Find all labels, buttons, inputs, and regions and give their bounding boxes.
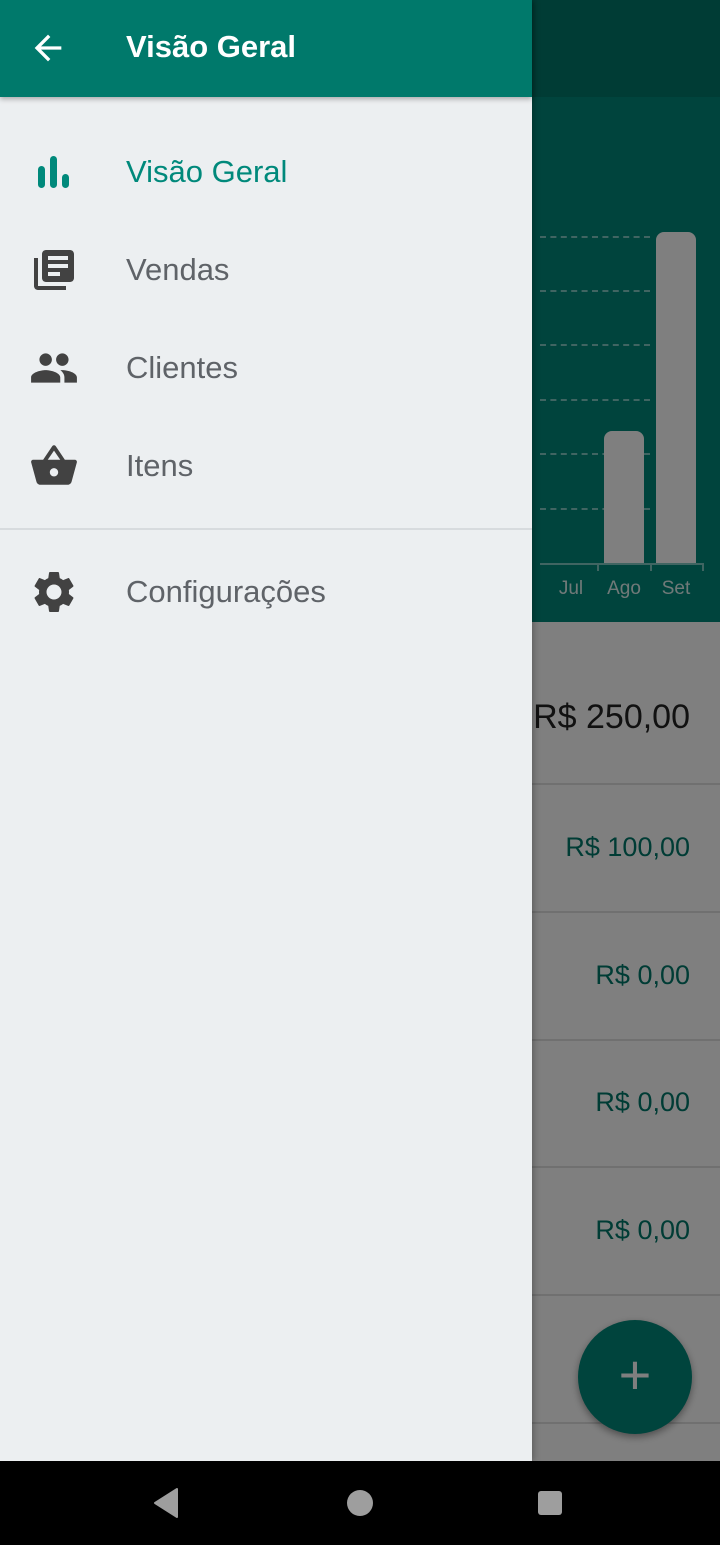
nav-label: Configurações (126, 574, 326, 609)
back-button[interactable] (22, 22, 74, 74)
bar-chart-icon (28, 146, 80, 198)
nav-label: Clientes (126, 350, 238, 385)
gear-icon (28, 566, 80, 618)
nav-item-visao-geral[interactable]: Visão Geral (0, 123, 532, 221)
basket-icon (28, 440, 80, 492)
nav-item-itens[interactable]: Itens (0, 417, 532, 515)
system-recents-button[interactable] (528, 1481, 572, 1525)
square-recents-icon (538, 1491, 562, 1515)
navigation-drawer: Visão Geral Visão Geral Vendas Clientes (0, 0, 532, 1461)
nav-item-clientes[interactable]: Clientes (0, 319, 532, 417)
drawer-title: Visão Geral (126, 29, 297, 64)
nav-label: Vendas (126, 252, 230, 287)
receipt-list-icon (28, 244, 80, 296)
circle-home-icon (347, 1490, 373, 1516)
nav-label: Itens (126, 448, 194, 483)
triangle-back-icon (154, 1488, 178, 1518)
drawer-divider (0, 528, 532, 530)
arrow-back-icon (34, 34, 62, 62)
nav-label: Visão Geral (126, 154, 288, 189)
system-back-button[interactable] (144, 1481, 188, 1525)
system-nav-bar (0, 1461, 720, 1545)
people-icon (28, 342, 80, 394)
nav-item-configuracoes[interactable]: Configurações (0, 543, 532, 641)
system-home-button[interactable] (338, 1481, 382, 1525)
drawer-header: Visão Geral (0, 0, 532, 97)
nav-item-vendas[interactable]: Vendas (0, 221, 532, 319)
